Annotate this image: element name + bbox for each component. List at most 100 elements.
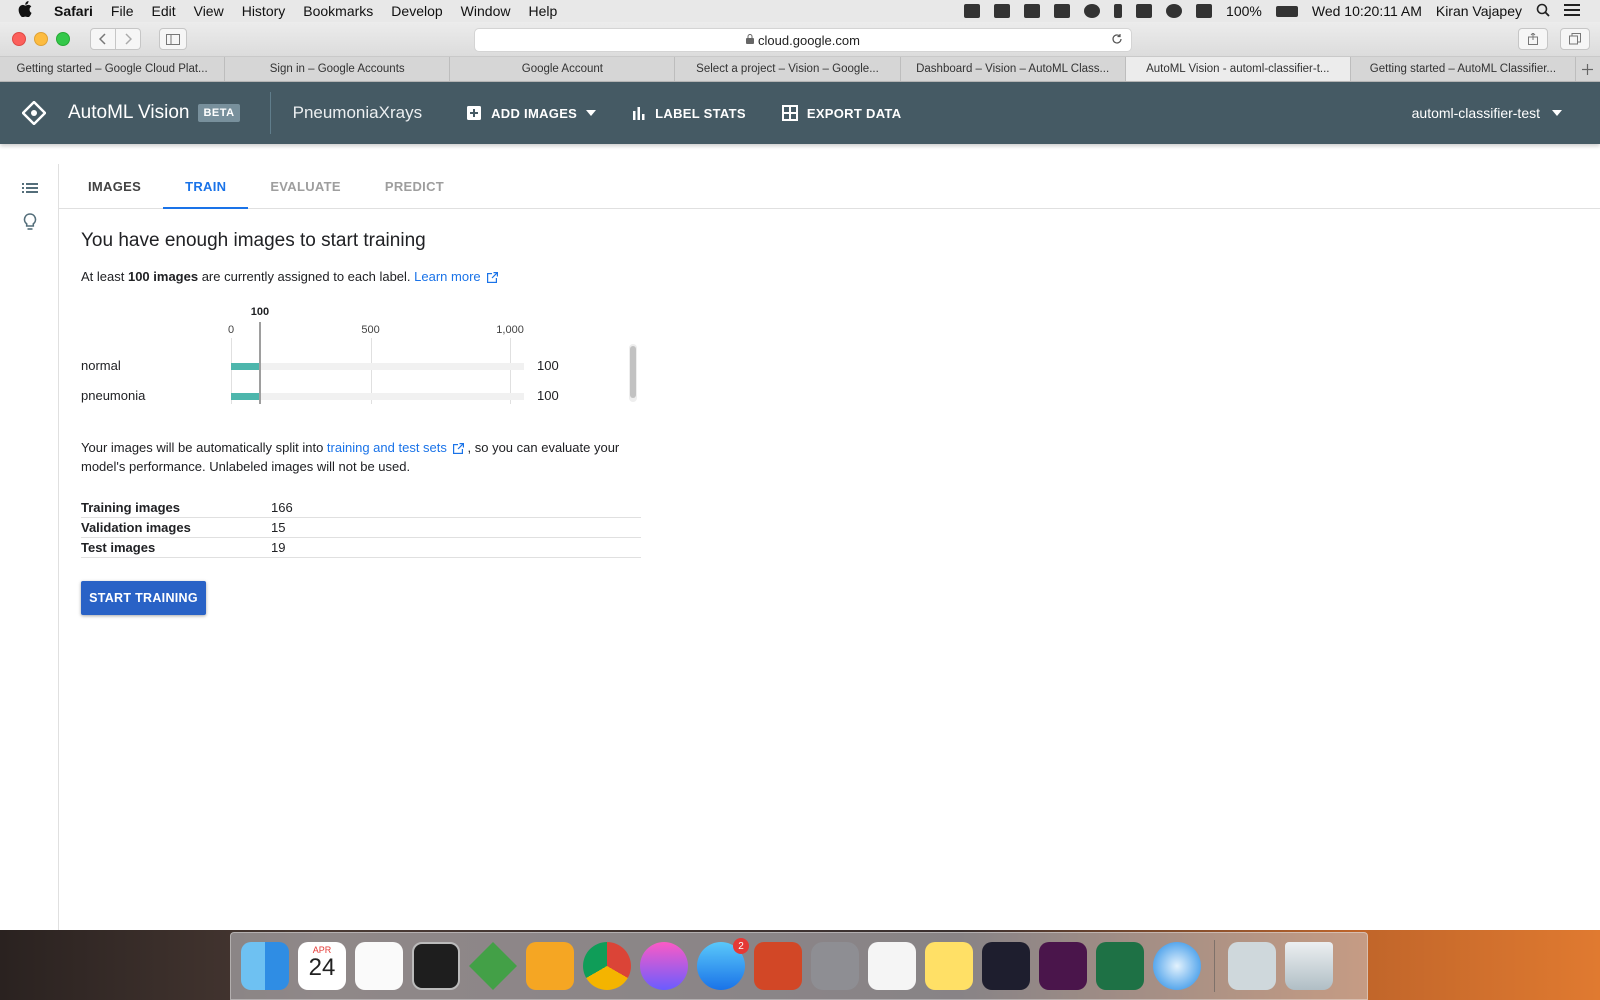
list-icon[interactable] xyxy=(20,178,40,198)
bar-pneumonia xyxy=(231,393,259,400)
open-in-new-icon xyxy=(452,443,464,454)
menu-develop[interactable]: Develop xyxy=(391,3,442,19)
learn-more-link[interactable]: Learn more xyxy=(414,269,498,284)
memory-icon[interactable] xyxy=(1136,4,1153,18)
trash-icon[interactable] xyxy=(1285,942,1333,990)
calendar-icon[interactable]: APR 24 xyxy=(298,942,346,990)
export-data-button[interactable]: EXPORT DATA xyxy=(781,105,902,121)
pages-icon[interactable] xyxy=(526,942,574,990)
tiles-icon[interactable] xyxy=(1054,4,1071,18)
browser-tab-active[interactable]: AutoML Vision - automl-classifier-t... xyxy=(1125,57,1351,81)
itunes-icon[interactable] xyxy=(640,942,688,990)
slack-icon[interactable] xyxy=(1039,942,1087,990)
dropbox-icon[interactable] xyxy=(994,4,1011,18)
browser-tab[interactable]: Dashboard – Vision – AutoML Class... xyxy=(901,57,1126,81)
bluetooth-icon[interactable] xyxy=(1114,4,1123,18)
label-stats-button[interactable]: LABEL STATS xyxy=(632,106,746,121)
address-bar[interactable]: cloud.google.com xyxy=(474,28,1132,52)
chart-scroll-thumb[interactable] xyxy=(630,346,636,398)
project-selector[interactable]: automl-classifier-test xyxy=(1412,105,1562,121)
chrome-icon[interactable] xyxy=(583,942,631,990)
table-row: Validation images 15 xyxy=(81,517,641,538)
sidebar-toggle-button[interactable] xyxy=(159,28,187,50)
tab-images[interactable]: IMAGES xyxy=(66,164,163,208)
browser-tab[interactable]: Google Account xyxy=(450,57,676,81)
chart-scrollbar[interactable] xyxy=(629,344,637,402)
bar-chart-icon xyxy=(633,107,645,120)
terminal-icon[interactable] xyxy=(412,942,460,990)
airplay-icon[interactable] xyxy=(1196,4,1213,18)
dock-separator xyxy=(1214,940,1215,992)
excel-icon[interactable] xyxy=(1096,942,1144,990)
browser-tab[interactable]: Getting started – Google Cloud Plat... xyxy=(0,57,226,81)
reminders-icon[interactable] xyxy=(355,942,403,990)
url-text: cloud.google.com xyxy=(758,32,860,48)
docker-icon[interactable] xyxy=(964,4,981,18)
training-test-sets-link[interactable]: training and test sets xyxy=(327,440,464,455)
tab-train[interactable]: TRAIN xyxy=(163,164,249,209)
battery-percent: 100% xyxy=(1226,3,1262,19)
open-in-new-icon xyxy=(486,272,498,283)
clock[interactable]: Wed 10:20:11 AM xyxy=(1312,3,1422,19)
project-name: automl-classifier-test xyxy=(1411,105,1540,121)
textedit-icon[interactable] xyxy=(868,942,916,990)
product-name[interactable]: AutoML Vision xyxy=(68,102,189,124)
notification-center-icon[interactable] xyxy=(1564,3,1580,19)
share-button[interactable] xyxy=(1518,28,1548,50)
start-training-button[interactable]: START TRAINING xyxy=(81,581,206,615)
close-window-button[interactable] xyxy=(12,32,26,46)
browser-tab[interactable]: Getting started – AutoML Classifier... xyxy=(1351,57,1576,81)
tick-label-0: 0 xyxy=(227,324,235,336)
dataset-name: PneumoniaXrays xyxy=(292,103,423,122)
wifi-icon[interactable] xyxy=(1166,4,1183,18)
chevron-left-icon xyxy=(99,33,106,45)
powerpoint-icon[interactable] xyxy=(754,942,802,990)
tab-evaluate[interactable]: EVALUATE xyxy=(248,164,363,208)
menu-bar: Safari File Edit View History Bookmarks … xyxy=(0,0,1600,23)
table-row: Training images 166 xyxy=(81,498,641,518)
bartender-icon[interactable] xyxy=(1024,4,1041,18)
new-tab-button[interactable] xyxy=(1576,57,1600,81)
label-distribution-chart: 100 0 500 1,000 normal 100 pneumonia 100 xyxy=(81,306,646,416)
notes-icon[interactable] xyxy=(925,942,973,990)
apple-icon[interactable] xyxy=(18,1,36,21)
spotlight-icon[interactable] xyxy=(1536,3,1550,20)
finder-icon[interactable] xyxy=(241,942,289,990)
menu-window[interactable]: Window xyxy=(461,3,511,19)
safari-window: cloud.google.com Getting started – Googl… xyxy=(0,22,1600,930)
user-name[interactable]: Kiran Vajapey xyxy=(1436,3,1522,19)
tab-predict[interactable]: PREDICT xyxy=(363,164,466,208)
menu-help[interactable]: Help xyxy=(528,3,557,19)
menu-edit[interactable]: Edit xyxy=(151,3,175,19)
learn-more-label: Learn more xyxy=(414,269,481,284)
menu-file[interactable]: File xyxy=(111,3,134,19)
system-preferences-icon[interactable] xyxy=(811,942,859,990)
forward-button[interactable] xyxy=(116,28,141,50)
browser-tab[interactable]: Sign in – Google Accounts xyxy=(225,57,451,81)
caret-down-icon xyxy=(1552,110,1562,116)
menu-app-name[interactable]: Safari xyxy=(54,3,93,19)
back-button[interactable] xyxy=(90,28,116,50)
lightbulb-icon[interactable] xyxy=(20,212,40,232)
add-images-button[interactable]: ADD IMAGES xyxy=(466,105,597,121)
bar-label-normal: normal xyxy=(81,358,121,373)
beta-badge: BETA xyxy=(198,104,240,122)
safari-icon[interactable] xyxy=(1153,942,1201,990)
menu-bookmarks[interactable]: Bookmarks xyxy=(303,3,373,19)
minimize-window-button[interactable] xyxy=(34,32,48,46)
headphones-icon[interactable] xyxy=(1084,4,1101,18)
reload-icon[interactable] xyxy=(1111,32,1123,48)
battery-icon[interactable] xyxy=(1275,5,1298,17)
show-tabs-button[interactable] xyxy=(1560,28,1590,50)
requirement-text-pre: At least xyxy=(81,269,128,284)
vim-icon[interactable] xyxy=(469,942,517,990)
vscode-icon[interactable] xyxy=(982,942,1030,990)
browser-tab[interactable]: Select a project – Vision – Google... xyxy=(675,57,901,81)
automl-logo-icon[interactable] xyxy=(22,101,46,125)
menu-view[interactable]: View xyxy=(194,3,224,19)
fullscreen-window-button[interactable] xyxy=(56,32,70,46)
bar-value-pneumonia: 100 xyxy=(537,388,559,403)
app-store-icon[interactable]: 2 xyxy=(697,938,749,990)
menu-history[interactable]: History xyxy=(242,3,286,19)
preview-icon[interactable] xyxy=(1228,942,1276,990)
